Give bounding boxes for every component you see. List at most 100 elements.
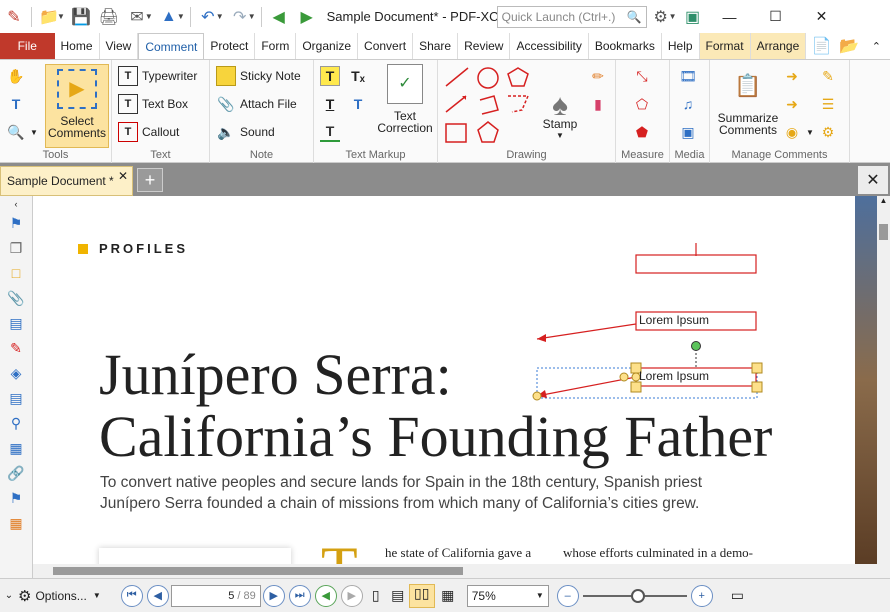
- knee-handle[interactable]: [619, 372, 629, 382]
- add-video-button[interactable]: 🎞: [678, 66, 702, 86]
- export-comments-button[interactable]: ➜: [782, 94, 806, 114]
- close-window-button[interactable]: ✕: [799, 0, 845, 33]
- new-tab-button[interactable]: +: [137, 168, 163, 192]
- horizontal-scrollbar[interactable]: [33, 564, 855, 578]
- structure-icon[interactable]: ▦: [5, 437, 27, 459]
- destinations-icon[interactable]: ⚲: [5, 412, 27, 434]
- tab-comment[interactable]: Comment: [138, 33, 205, 59]
- empty-callout-box[interactable]: [635, 254, 757, 274]
- stamp-button[interactable]: ♠ Stamp ▼: [532, 64, 588, 142]
- document-tab[interactable]: Sample Document * ✕: [0, 166, 133, 196]
- area-button[interactable]: ⬟: [632, 122, 656, 142]
- add-audio-button[interactable]: ♫: [678, 94, 702, 114]
- folder-user-icon[interactable]: 📂: [836, 33, 863, 59]
- quick-launch-input[interactable]: Quick Launch (Ctrl+.) 🔍: [496, 5, 647, 28]
- collapse-sidebar-icon[interactable]: ‹: [5, 199, 27, 209]
- zoom-slider[interactable]: [582, 585, 687, 607]
- fullscreen-view-icon[interactable]: ▭: [731, 587, 744, 604]
- zoom-out-button[interactable]: –: [556, 584, 579, 607]
- close-tab-icon[interactable]: ✕: [118, 169, 128, 183]
- chevron-up-icon[interactable]: ⌃: [863, 33, 890, 59]
- tab-view[interactable]: View: [100, 33, 139, 59]
- attachments-icon[interactable]: 📎: [5, 287, 27, 309]
- squiggly-button[interactable]: T: [320, 122, 344, 142]
- options-button[interactable]: ⚙ Options... ▼: [18, 587, 101, 605]
- drawing-shapes-icon[interactable]: [442, 66, 538, 146]
- eraser-button[interactable]: ▮: [588, 94, 612, 114]
- tab-share[interactable]: Share: [413, 33, 459, 59]
- tab-arrange[interactable]: Arrange: [750, 33, 807, 59]
- callout2-text[interactable]: Lorem Ipsum: [639, 369, 709, 383]
- text-box-button[interactable]: T Text Box: [118, 94, 188, 114]
- next-page-button[interactable]: ▶: [262, 584, 285, 607]
- tab-protect[interactable]: Protect: [204, 33, 256, 59]
- print-icon[interactable]: 🖨: [95, 4, 123, 30]
- tab-home[interactable]: Home: [55, 33, 100, 59]
- last-page-button[interactable]: ⏭: [288, 584, 311, 607]
- attach-file-button[interactable]: 📎 Attach File: [216, 94, 296, 114]
- layers-icon[interactable]: ◈: [5, 362, 27, 384]
- scroll-up-icon[interactable]: ▲: [877, 196, 890, 210]
- highlight-button[interactable]: T: [320, 66, 344, 86]
- tab-accessibility[interactable]: Accessibility: [510, 33, 589, 59]
- chevron-down-icon[interactable]: ▼: [248, 12, 256, 21]
- vertical-scrollbar[interactable]: ▲: [877, 196, 890, 578]
- content-icon[interactable]: ▤: [5, 312, 27, 334]
- rotation-handle[interactable]: [691, 341, 701, 351]
- callout-button[interactable]: T Callout: [118, 122, 179, 142]
- zoom-slider-thumb[interactable]: [630, 588, 645, 603]
- single-page-icon[interactable]: ▯: [365, 587, 387, 604]
- first-page-button[interactable]: ⏮: [120, 584, 143, 607]
- underline-button[interactable]: T: [320, 94, 344, 114]
- fullscreen-icon[interactable]: ▣: [679, 4, 707, 30]
- replace-text-button[interactable]: T: [348, 94, 372, 114]
- resize-handle[interactable]: [751, 362, 763, 374]
- chevron-down-icon[interactable]: ▼: [177, 12, 185, 21]
- callout1-text[interactable]: Lorem Ipsum: [639, 313, 709, 327]
- select-text-button[interactable]: T: [6, 94, 30, 114]
- perimeter-button[interactable]: ⬠: [632, 94, 656, 114]
- import-comments-button[interactable]: ➜: [782, 66, 806, 86]
- distance-button[interactable]: ⤡: [632, 66, 656, 86]
- tab-convert[interactable]: Convert: [358, 33, 414, 59]
- tab-organize[interactable]: Organize: [296, 33, 359, 59]
- close-document-button[interactable]: ✕: [858, 166, 888, 194]
- show-comments-button[interactable]: ◉ ▼: [782, 122, 814, 142]
- facing-page-icon[interactable]: ▯▯: [408, 583, 435, 608]
- continuous-page-icon[interactable]: ▤: [387, 587, 409, 604]
- resize-handle[interactable]: [630, 381, 642, 393]
- tab-file[interactable]: File: [0, 33, 55, 59]
- continuous-facing-icon[interactable]: ▦: [435, 587, 461, 604]
- links-icon[interactable]: 🔗: [5, 462, 27, 484]
- tab-review[interactable]: Review: [458, 33, 511, 59]
- pencil-button[interactable]: ✏: [588, 66, 612, 86]
- horizontal-scroll-thumb[interactable]: [53, 567, 463, 575]
- sticky-note-button[interactable]: Sticky Note: [216, 66, 301, 86]
- document-icon[interactable]: 📄: [808, 33, 835, 59]
- chevron-down-icon[interactable]: ▼: [669, 12, 677, 21]
- forward-view-button[interactable]: ▶: [340, 584, 363, 607]
- strikeout-button[interactable]: Tₓ: [348, 66, 372, 86]
- zoom-in-button[interactable]: +: [690, 584, 713, 607]
- text-correction-button[interactable]: ✓ Text Correction: [374, 64, 436, 134]
- tab-format[interactable]: Format: [699, 33, 751, 59]
- tab-bookmarks[interactable]: Bookmarks: [589, 33, 662, 59]
- sound-button[interactable]: 🔈 Sound: [216, 122, 274, 142]
- back-view-button[interactable]: ◀: [314, 584, 337, 607]
- resize-handle[interactable]: [751, 381, 763, 393]
- flatten-comments-button[interactable]: ⚙: [818, 122, 842, 142]
- chevron-down-icon[interactable]: ▼: [145, 12, 153, 21]
- summarize-comments-button[interactable]: 📋 Summarize Comments: [714, 64, 782, 137]
- zoom-tool-button[interactable]: 🔍 ▼: [6, 122, 38, 142]
- articles-icon[interactable]: ▦: [5, 512, 27, 534]
- pages-icon[interactable]: ❐: [5, 237, 27, 259]
- prev-page-button[interactable]: ◀: [146, 584, 169, 607]
- app-logo-icon[interactable]: ✎: [0, 4, 28, 30]
- page-number-input[interactable]: 5 / 89: [170, 584, 261, 607]
- comments-list-button[interactable]: ☰: [818, 94, 842, 114]
- forward-icon[interactable]: ▶: [293, 4, 321, 30]
- maximize-button[interactable]: ☐: [753, 0, 799, 33]
- add-3d-button[interactable]: ▣: [678, 122, 702, 142]
- tab-help[interactable]: Help: [662, 33, 700, 59]
- bookmarks-icon[interactable]: ⚑: [5, 212, 27, 234]
